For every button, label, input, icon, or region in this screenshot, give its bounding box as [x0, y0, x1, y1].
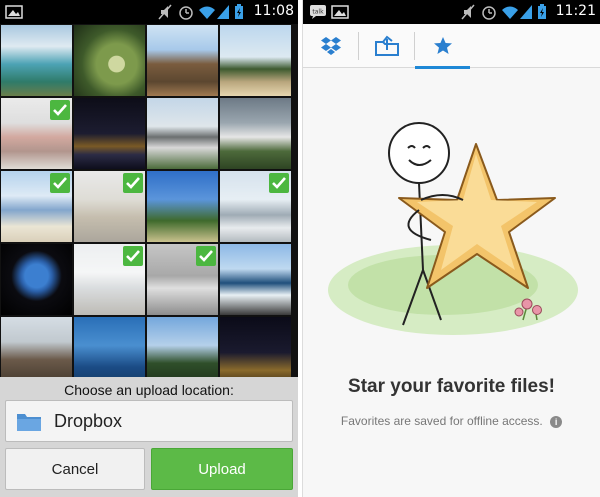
photo-grid[interactable]	[0, 24, 298, 377]
photo-thumbnail[interactable]	[147, 171, 218, 242]
status-bar: talk 11:21	[303, 0, 600, 24]
info-icon[interactable]: i	[550, 416, 563, 428]
checkmark-icon	[196, 246, 216, 266]
photo-thumbnail[interactable]	[147, 317, 218, 377]
signal-icon	[217, 5, 229, 19]
star-icon	[433, 37, 452, 54]
photo-thumbnail[interactable]	[74, 171, 145, 242]
checkmark-icon	[50, 100, 70, 120]
battery-icon	[235, 4, 243, 19]
gallery-notification-icon	[5, 5, 23, 19]
photo-thumbnail[interactable]	[1, 25, 72, 96]
cancel-button[interactable]: Cancel	[5, 448, 145, 490]
signal-icon	[520, 5, 532, 19]
left-phone-screen: 11:08 Choose an upload location: Dropbox…	[0, 0, 298, 497]
tab-dropbox[interactable]	[303, 24, 358, 68]
photo-thumbnail[interactable]	[220, 244, 291, 315]
photo-thumbnail[interactable]	[220, 98, 291, 169]
dropbox-icon	[320, 37, 341, 55]
tab-uploads[interactable]	[359, 24, 414, 68]
photo-thumbnail[interactable]	[147, 25, 218, 96]
gallery-notification-icon	[331, 5, 349, 19]
checkmark-icon	[123, 173, 143, 193]
tab-bar	[303, 24, 600, 69]
talk-notification-icon: talk	[310, 5, 326, 19]
checkmark-icon	[123, 246, 143, 266]
photo-thumbnail[interactable]	[74, 98, 145, 169]
checkmark-icon	[269, 173, 289, 193]
svg-text:talk: talk	[312, 9, 324, 16]
photo-thumbnail[interactable]	[220, 317, 291, 377]
photo-thumbnail[interactable]	[147, 98, 218, 169]
checkmark-icon	[50, 173, 70, 193]
photo-thumbnail[interactable]	[220, 171, 291, 242]
upload-location-label: Dropbox	[54, 411, 123, 431]
alarm-icon	[179, 6, 193, 20]
mute-icon	[461, 4, 475, 20]
battery-icon	[538, 4, 546, 19]
photo-thumbnail[interactable]	[1, 317, 72, 377]
photo-thumbnail[interactable]	[220, 25, 291, 96]
photo-thumbnail[interactable]	[1, 244, 72, 315]
status-bar: 11:08	[0, 0, 298, 24]
upload-folder-icon	[374, 35, 399, 56]
upload-button[interactable]: Upload	[151, 448, 293, 490]
star-hug-illustration	[328, 122, 578, 335]
right-phone-screen: talk 11:21 Star your favorite files! Fav…	[302, 0, 600, 497]
empty-state-title: Star your favorite files!	[348, 376, 555, 397]
folder-icon	[17, 414, 41, 431]
photo-thumbnail[interactable]	[1, 98, 72, 169]
photo-thumbnail[interactable]	[147, 244, 218, 315]
empty-state-subtitle: Favorites are saved for offline access.	[340, 414, 543, 428]
upload-panel: Choose an upload location: Dropbox Cance…	[0, 377, 298, 497]
tab-favorites[interactable]	[415, 24, 470, 69]
mute-icon	[158, 4, 172, 20]
upload-location-selector[interactable]: Dropbox	[5, 400, 293, 442]
status-time: 11:08	[253, 3, 294, 19]
empty-state-subtitle-row: Favorites are saved for offline access. …	[303, 414, 600, 428]
alarm-icon	[482, 6, 496, 20]
photo-thumbnail[interactable]	[74, 25, 145, 96]
photo-thumbnail[interactable]	[74, 317, 145, 377]
status-time: 11:21	[555, 3, 596, 19]
photo-thumbnail[interactable]	[74, 244, 145, 315]
wifi-icon	[502, 6, 518, 19]
photo-thumbnail[interactable]	[1, 171, 72, 242]
upload-location-prompt: Choose an upload location:	[64, 382, 234, 398]
wifi-icon	[199, 6, 215, 19]
